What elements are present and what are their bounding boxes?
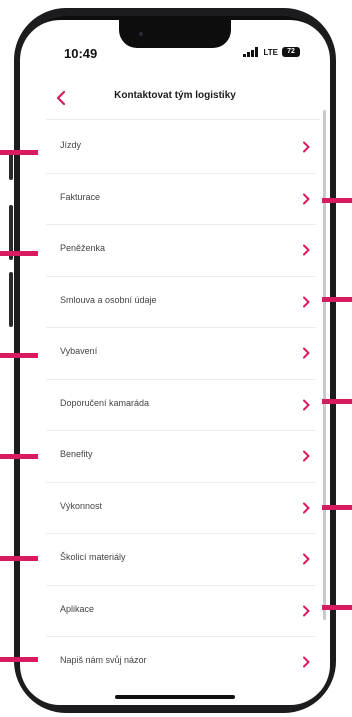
list-item[interactable]: Fakturace bbox=[46, 174, 316, 225]
annotation-marker bbox=[0, 251, 38, 256]
list-item-label: Doporučení kamaráda bbox=[60, 397, 150, 408]
page-title: Kontaktovat tým logistiky bbox=[114, 90, 236, 101]
list-item[interactable]: Napiš nám svůj názor bbox=[46, 637, 316, 689]
list-item-label: Benefity bbox=[60, 449, 93, 459]
list-item-label: Vybavení bbox=[60, 346, 98, 356]
list-item[interactable]: Benefity bbox=[46, 431, 316, 483]
list-item[interactable]: Peněženka bbox=[46, 225, 316, 277]
list-item[interactable]: Školicí materiály bbox=[46, 534, 316, 586]
signal-icon bbox=[243, 47, 259, 57]
annotation-marker bbox=[322, 198, 352, 203]
status-indicators: LTE 72 bbox=[243, 47, 300, 57]
annotation-marker bbox=[0, 454, 38, 459]
chevron-right-icon bbox=[303, 347, 310, 359]
chevron-right-icon bbox=[303, 141, 310, 153]
notch bbox=[119, 20, 231, 48]
chevron-right-icon bbox=[303, 296, 310, 307]
annotation-marker bbox=[322, 399, 352, 404]
battery-icon: 72 bbox=[282, 47, 300, 57]
chevron-right-icon bbox=[303, 553, 310, 565]
screenshot-stage: 10:49 LTE 72 Kontaktovat tým logistiky J… bbox=[0, 0, 352, 717]
list-item[interactable]: Jízdy bbox=[46, 122, 316, 174]
annotation-marker bbox=[322, 505, 352, 510]
list-item-label: Napiš nám svůj názor bbox=[60, 655, 147, 665]
list-item-label: Aplikace bbox=[60, 603, 95, 614]
page-header: Kontaktovat tým logistiky bbox=[20, 78, 330, 120]
list-item-label: Školicí materiály bbox=[60, 552, 126, 562]
list-item-label: Výkonnost bbox=[60, 500, 103, 511]
chevron-right-icon bbox=[303, 605, 310, 616]
network-type: LTE bbox=[263, 47, 278, 57]
camera-dot bbox=[139, 32, 143, 36]
annotation-marker bbox=[0, 556, 38, 561]
chevron-right-icon bbox=[303, 450, 310, 462]
home-indicator[interactable] bbox=[115, 695, 235, 699]
list-item[interactable]: Vybavení bbox=[46, 328, 316, 380]
list-item-label: Peněženka bbox=[60, 243, 106, 253]
list-item[interactable]: Výkonnost bbox=[46, 483, 316, 534]
annotation-marker bbox=[0, 657, 38, 662]
header-divider bbox=[46, 119, 320, 120]
annotation-marker bbox=[322, 605, 352, 610]
list-item[interactable]: Doporučení kamaráda bbox=[46, 380, 316, 431]
status-time: 10:49 bbox=[64, 46, 98, 61]
annotation-marker bbox=[0, 150, 38, 155]
phone-screen: 10:49 LTE 72 Kontaktovat tým logistiky J… bbox=[20, 20, 330, 705]
list-item-label: Fakturace bbox=[60, 191, 101, 202]
topic-list: Jízdy Fakturace Peněženka Smlouva a osob… bbox=[46, 122, 316, 689]
annotation-marker bbox=[0, 353, 38, 358]
chevron-right-icon bbox=[303, 244, 310, 256]
chevron-right-icon bbox=[303, 399, 310, 410]
annotation-marker bbox=[322, 297, 352, 302]
volume-down-button bbox=[9, 272, 13, 327]
chevron-right-icon bbox=[303, 656, 310, 668]
scrollbar[interactable] bbox=[323, 110, 326, 620]
list-item-label: Smlouva a osobní údaje bbox=[60, 294, 157, 305]
list-item-label: Jízdy bbox=[60, 140, 82, 150]
chevron-right-icon bbox=[303, 193, 310, 204]
list-item[interactable]: Smlouva a osobní údaje bbox=[46, 277, 316, 328]
chevron-right-icon bbox=[303, 502, 310, 513]
list-item[interactable]: Aplikace bbox=[46, 586, 316, 637]
